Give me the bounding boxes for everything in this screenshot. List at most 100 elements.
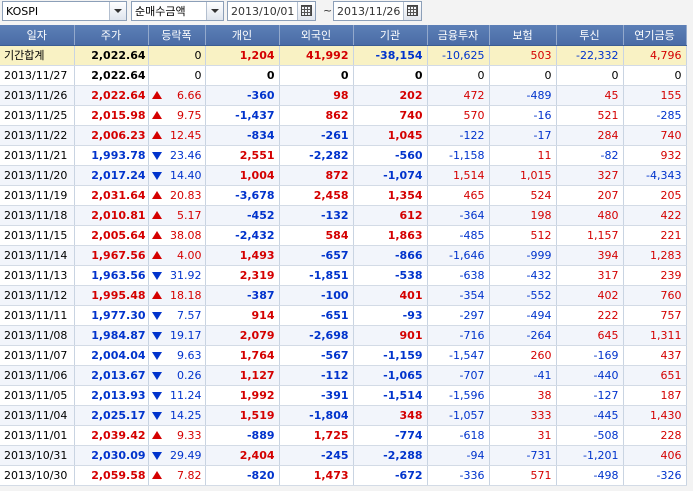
insurance-cell-text: 198: [530, 208, 552, 222]
date-cell: 기간합계: [0, 45, 75, 66]
table-row[interactable]: 2013/10/31 2,030.09 29.49 2,404 -245 -2,288 -9…: [0, 445, 687, 466]
column-header-institution[interactable]: 기관: [353, 25, 428, 46]
start-date-field[interactable]: 2013/10/01: [227, 1, 316, 21]
financial-investment-cell-text: -618: [459, 428, 485, 442]
table-row[interactable]: 2013/11/07 2,004.04 9.63 1,764 -567 -1,159 -1,…: [0, 345, 687, 366]
financial-investment-cell: -94: [427, 445, 490, 466]
change-cell-text: 31.92: [170, 268, 202, 282]
investment-trust-cell-text: 1,157: [587, 228, 619, 242]
table-row[interactable]: 2013/11/15 2,005.64 38.08 -2,432 584 1,863 -48…: [0, 225, 687, 246]
end-date-field[interactable]: 2013/11/26: [333, 1, 422, 21]
table-row[interactable]: 2013/11/13 1,963.56 31.92 2,319 -1,851 -538 -6…: [0, 265, 687, 286]
investment-trust-cell-text: -82: [600, 148, 619, 162]
institution-cell-text: 202: [399, 88, 423, 102]
financial-investment-cell-text: -716: [459, 328, 485, 342]
change-cell: 38.08: [148, 225, 206, 246]
column-header-pension[interactable]: 연기금등: [623, 25, 687, 46]
down-triangle-icon: [151, 331, 162, 340]
pension-cell-text: 1,283: [650, 248, 682, 262]
index-cell-text: 1,984.87: [91, 328, 146, 342]
mode-select[interactable]: 순매수금액: [131, 1, 224, 21]
investment-trust-cell-text: 394: [597, 248, 619, 262]
financial-investment-cell: 465: [427, 185, 490, 206]
institution-cell: -38,154: [353, 45, 428, 66]
investment-trust-cell: 284: [556, 125, 624, 146]
column-header-financial-investment[interactable]: 금융투자: [427, 25, 490, 46]
date-cell: 2013/11/06: [0, 365, 75, 386]
table-row[interactable]: 2013/11/21 1,993.78 23.46 2,551 -2,282 -560 -1…: [0, 145, 687, 166]
insurance-cell: 198: [489, 205, 557, 226]
column-header-date[interactable]: 일자: [0, 25, 75, 46]
individual-cell: -1,437: [205, 105, 280, 126]
start-date-calendar-button[interactable]: [297, 2, 315, 20]
insurance-cell-text: 512: [530, 228, 552, 242]
investment-trust-cell: 207: [556, 185, 624, 206]
pension-cell: 406: [623, 445, 687, 466]
table-row[interactable]: 2013/11/27 2,022.64 0 0 0 0 0 0 0 0: [0, 65, 687, 86]
financial-investment-cell-text: -10,625: [442, 48, 485, 62]
pension-cell-text: 205: [660, 188, 682, 202]
table-row[interactable]: 2013/10/30 2,059.58 7.82 -820 1,473 -672 -336 5…: [0, 465, 687, 486]
index-cell: 2,059.58: [74, 465, 149, 486]
table-row[interactable]: 2013/11/01 2,039.42 9.33 -889 1,725 -774 -618 3…: [0, 425, 687, 446]
table-row[interactable]: 2013/11/26 2,022.64 6.66 -360 98 202 472 -489 45…: [0, 85, 687, 106]
institution-cell-text: -1,074: [383, 168, 423, 182]
index-cell: 1,977.30: [74, 305, 149, 326]
table-row[interactable]: 2013/11/20 2,017.24 14.40 1,004 872 -1,074 1,5…: [0, 165, 687, 186]
down-triangle-icon: [151, 311, 162, 320]
table-row[interactable]: 2013/11/12 1,995.48 18.18 -387 -100 401 -354 -5…: [0, 285, 687, 306]
table-row[interactable]: 2013/11/18 2,010.81 5.17 -452 -132 612 -364 198…: [0, 205, 687, 226]
table-row[interactable]: 2013/11/22 2,006.23 12.45 -834 -261 1,045 -122…: [0, 125, 687, 146]
change-cell: 9.75: [148, 105, 206, 126]
column-header-investment-trust[interactable]: 투신: [556, 25, 624, 46]
pension-cell-text: 228: [660, 428, 682, 442]
mode-dropdown-button[interactable]: [206, 2, 223, 20]
insurance-cell-text: 503: [530, 48, 552, 62]
table-row[interactable]: 2013/11/11 1,977.30 7.57 914 -651 -93 -297 -494…: [0, 305, 687, 326]
individual-cell: 2,551: [205, 145, 280, 166]
table-row[interactable]: 2013/11/04 2,025.17 14.25 1,519 -1,804 348 -1,…: [0, 405, 687, 426]
date-cell-text: 2013/11/25: [4, 108, 68, 122]
column-header-insurance[interactable]: 보험: [489, 25, 557, 46]
change-cell-text: 20.83: [170, 188, 202, 202]
foreign-cell-text: -1,804: [309, 408, 349, 422]
table-row[interactable]: 2013/11/06 2,013.67 0.26 1,127 -112 -1,065 -70…: [0, 365, 687, 386]
individual-cell-text: 2,404: [239, 448, 275, 462]
insurance-cell-text: -264: [526, 328, 552, 342]
financial-investment-cell: -364: [427, 205, 490, 226]
market-select[interactable]: KOSPI: [2, 1, 127, 21]
table-row[interactable]: 2013/11/08 1,984.87 19.17 2,079 -2,698 901 -71…: [0, 325, 687, 346]
column-header-individual[interactable]: 개인: [205, 25, 280, 46]
date-cell-text: 2013/11/06: [4, 368, 68, 382]
foreign-cell-text: -391: [320, 388, 349, 402]
table-row[interactable]: 2013/11/25 2,015.98 9.75 -1,437 862 740 570 -16…: [0, 105, 687, 126]
insurance-cell-text: -17: [533, 128, 552, 142]
index-cell: 2,017.24: [74, 165, 149, 186]
column-header-foreign[interactable]: 외국인: [279, 25, 354, 46]
pension-cell: -285: [623, 105, 687, 126]
foreign-cell: 1,473: [279, 465, 354, 486]
pension-cell-text: 437: [660, 348, 682, 362]
index-cell: 2,022.64: [74, 45, 149, 66]
pension-cell-text: 239: [660, 268, 682, 282]
end-date-calendar-button[interactable]: [403, 2, 421, 20]
investment-trust-cell: -22,332: [556, 45, 624, 66]
foreign-cell-text: -2,698: [309, 328, 349, 342]
insurance-cell: -494: [489, 305, 557, 326]
index-cell-text: 2,015.98: [91, 108, 146, 122]
column-header-index[interactable]: 주가: [74, 25, 149, 46]
foreign-cell: 98: [279, 85, 354, 106]
investment-trust-cell: -508: [556, 425, 624, 446]
pension-cell: 4,796: [623, 45, 687, 66]
table-row[interactable]: 2013/11/14 1,967.56 4.00 1,493 -657 -866 -1,64…: [0, 245, 687, 266]
table-row-period-total[interactable]: 기간합계 2,022.64 0 1,204 41,992 -38,154 -10,625 50…: [0, 45, 687, 66]
financial-investment-cell-text: -485: [459, 228, 485, 242]
change-cell-text: 4.00: [177, 248, 202, 262]
column-header-change[interactable]: 등락폭: [148, 25, 206, 46]
table-row[interactable]: 2013/11/19 2,031.64 20.83 -3,678 2,458 1,354 4…: [0, 185, 687, 206]
down-triangle-icon: [151, 271, 162, 280]
individual-cell-text: -360: [246, 88, 275, 102]
market-dropdown-button[interactable]: [109, 2, 126, 20]
table-row[interactable]: 2013/11/05 2,013.93 11.24 1,992 -391 -1,514 -1…: [0, 385, 687, 406]
individual-cell: 1,992: [205, 385, 280, 406]
